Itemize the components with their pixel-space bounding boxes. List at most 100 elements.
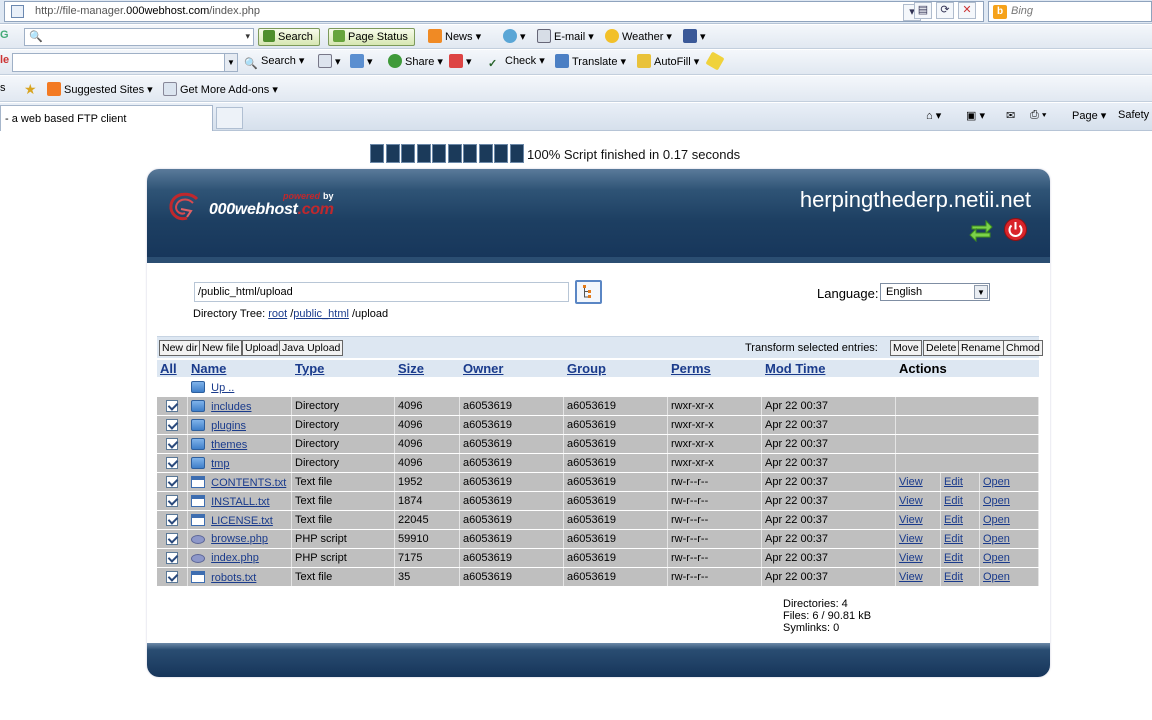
email-button[interactable]: E-mail ▾: [537, 29, 594, 43]
toolbar-search-input[interactable]: 🔍 ▾: [24, 28, 254, 46]
toolbar2-plus-icon[interactable]: ▾: [350, 54, 373, 68]
edit-link[interactable]: Edit: [944, 552, 963, 564]
file-name-link[interactable]: index.php: [211, 552, 259, 564]
sort-size-link[interactable]: Size: [395, 360, 460, 377]
row-checkbox[interactable]: [166, 532, 178, 545]
news-button[interactable]: News ▾: [428, 29, 481, 43]
row-checkbox[interactable]: [166, 475, 178, 488]
compatibility-view-icon[interactable]: ▤: [914, 2, 932, 19]
browse-directory-button[interactable]: [575, 280, 602, 304]
view-link[interactable]: View: [899, 533, 923, 545]
breadcrumb-public-html-link[interactable]: public_html: [293, 308, 349, 320]
home-icon[interactable]: ⌂ ▾: [926, 109, 941, 122]
feeds-icon[interactable]: ▣ ▾: [966, 109, 985, 122]
autofill-button[interactable]: AutoFill ▾: [637, 54, 699, 68]
weather-button[interactable]: Weather ▾: [605, 29, 672, 43]
toolbar2-bookmark-icon[interactable]: ▾: [449, 54, 472, 68]
file-name-link[interactable]: browse.php: [211, 533, 268, 545]
chmod-button[interactable]: Chmod: [1003, 340, 1043, 356]
breadcrumb-root-link[interactable]: root: [268, 308, 287, 320]
chevron-down-icon[interactable]: ▼: [224, 54, 237, 71]
delete-button[interactable]: Delete: [923, 340, 960, 356]
file-name-link[interactable]: robots.txt: [211, 572, 256, 584]
edit-link[interactable]: Edit: [944, 495, 963, 507]
toolbar-search-button[interactable]: Search: [258, 28, 320, 46]
file-name-link[interactable]: includes: [211, 401, 251, 413]
open-link[interactable]: Open: [983, 514, 1010, 526]
refresh-icon[interactable]: ⟳: [936, 2, 954, 19]
sort-type-link[interactable]: Type: [292, 360, 395, 377]
sort-owner-link[interactable]: Owner: [460, 360, 564, 377]
new-file-button[interactable]: New file: [199, 340, 243, 356]
row-checkbox[interactable]: [166, 513, 178, 526]
view-link[interactable]: View: [899, 476, 923, 488]
highlighter-icon[interactable]: [705, 51, 725, 71]
file-name-link[interactable]: CONTENTS.txt: [211, 477, 286, 489]
sort-perms-link[interactable]: Perms: [668, 360, 762, 377]
move-button[interactable]: Move: [890, 340, 922, 356]
select-all-link[interactable]: All: [157, 360, 188, 377]
row-checkbox[interactable]: [166, 437, 178, 450]
share-button[interactable]: Share ▾: [388, 54, 443, 68]
translate-button[interactable]: Translate ▾: [555, 54, 626, 68]
page-menu[interactable]: Page ▾: [1072, 109, 1106, 122]
suggested-sites-link[interactable]: Suggested Sites ▾: [47, 82, 153, 96]
toolbar2-search-input[interactable]: ▼: [12, 53, 238, 72]
edit-link[interactable]: Edit: [944, 476, 963, 488]
get-addons-link[interactable]: Get More Add-ons ▾: [163, 82, 278, 96]
up-directory-link[interactable]: Up ..: [211, 382, 234, 394]
new-tab-button[interactable]: [216, 107, 243, 129]
file-name-link[interactable]: tmp: [211, 458, 229, 470]
browser-search-box[interactable]: b Bing: [988, 1, 1152, 22]
rename-button[interactable]: Rename: [958, 340, 1004, 356]
stop-icon[interactable]: ✕: [958, 2, 976, 19]
facebook-icon[interactable]: ▾: [683, 29, 706, 43]
view-link[interactable]: View: [899, 552, 923, 564]
file-name-link[interactable]: LICENSE.txt: [211, 515, 273, 527]
page-status-button[interactable]: Page Status: [328, 28, 415, 46]
open-link[interactable]: Open: [983, 495, 1010, 507]
tab-active[interactable]: - a web based FTP client: [0, 105, 213, 131]
row-checkbox[interactable]: [166, 570, 178, 583]
directory-path-input[interactable]: /public_html/upload: [194, 282, 569, 302]
view-link[interactable]: View: [899, 571, 923, 583]
sort-group-link[interactable]: Group: [564, 360, 668, 377]
sort-modtime-link[interactable]: Mod Time: [762, 360, 896, 377]
open-link[interactable]: Open: [983, 552, 1010, 564]
file-name-link[interactable]: INSTALL.txt: [211, 496, 269, 508]
file-name-link[interactable]: themes: [211, 439, 247, 451]
edit-link[interactable]: Edit: [944, 533, 963, 545]
open-link[interactable]: Open: [983, 571, 1010, 583]
toolbar2-search-button[interactable]: 🔍 Search ▾: [244, 54, 304, 71]
open-link[interactable]: Open: [983, 476, 1010, 488]
read-mail-icon[interactable]: ✉: [1006, 109, 1015, 122]
refresh-arrows-icon[interactable]: [968, 216, 994, 242]
webhost-logo[interactable]: powered by 000webhost.com: [167, 189, 357, 229]
java-upload-button[interactable]: Java Upload: [279, 340, 344, 356]
new-dir-button[interactable]: New dir: [159, 340, 201, 356]
upload-button[interactable]: Upload: [242, 340, 282, 356]
row-checkbox[interactable]: [166, 494, 178, 507]
view-link[interactable]: View: [899, 495, 923, 507]
open-link[interactable]: Open: [983, 533, 1010, 545]
safety-menu[interactable]: Safety: [1118, 109, 1149, 121]
file-name-link[interactable]: plugins: [211, 420, 246, 432]
toolbar-sync-icon[interactable]: ▾: [503, 29, 526, 43]
logout-power-icon[interactable]: [1004, 218, 1027, 241]
check-button[interactable]: ✓ Check ▾: [488, 54, 545, 71]
toolbar2-page-icon[interactable]: ▾: [318, 54, 341, 68]
language-select[interactable]: English ▼: [880, 283, 990, 301]
row-checkbox[interactable]: [166, 551, 178, 564]
view-link[interactable]: View: [899, 514, 923, 526]
sort-name-link[interactable]: Name: [188, 360, 292, 377]
address-url[interactable]: http://file-manager.000webhost.com/index…: [35, 5, 260, 17]
address-bar[interactable]: http://file-manager.000webhost.com/index…: [4, 1, 984, 22]
print-icon[interactable]: ⎙ ▾: [1030, 109, 1046, 122]
row-checkbox[interactable]: [166, 399, 178, 412]
edit-link[interactable]: Edit: [944, 571, 963, 583]
add-favorite-star-icon[interactable]: ★: [24, 81, 41, 97]
row-checkbox[interactable]: [166, 418, 178, 431]
chevron-down-icon[interactable]: ▼: [974, 285, 988, 299]
edit-link[interactable]: Edit: [944, 514, 963, 526]
row-checkbox[interactable]: [166, 456, 178, 469]
